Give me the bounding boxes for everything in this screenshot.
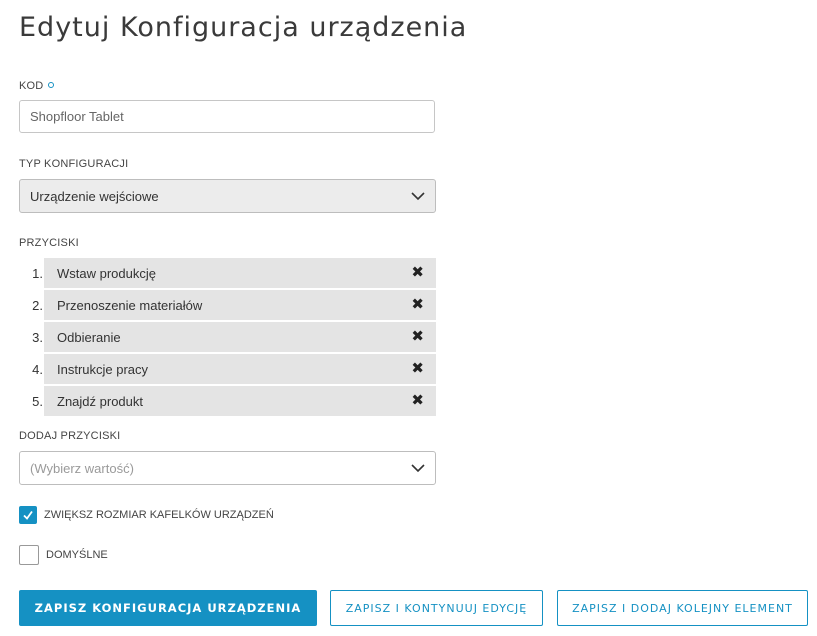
default-label: DOMYŚLNE bbox=[46, 549, 108, 561]
list-item-body[interactable]: Instrukcje pracy ✖ bbox=[44, 354, 436, 384]
list-item-number: 1. bbox=[32, 265, 43, 281]
list-item-body[interactable]: Przenoszenie materiałów ✖ bbox=[44, 290, 436, 320]
buttons-label: PRZYCISKI bbox=[19, 237, 79, 249]
add-buttons-label: DODAJ PRZYCISKI bbox=[19, 430, 121, 442]
list-item-number: 4. bbox=[32, 361, 43, 377]
add-buttons-select[interactable]: (Wybierz wartość) bbox=[19, 451, 436, 485]
list-item[interactable]: 3. Odbieranie ✖ bbox=[19, 322, 436, 352]
code-label-text: KOD bbox=[19, 80, 44, 92]
list-item-body[interactable]: Znajdź produkt ✖ bbox=[44, 386, 436, 416]
required-indicator-icon bbox=[48, 82, 55, 89]
list-item-number: 2. bbox=[32, 297, 43, 313]
add-buttons-placeholder: (Wybierz wartość) bbox=[30, 460, 134, 476]
remove-icon[interactable]: ✖ bbox=[411, 297, 424, 312]
default-checkbox[interactable] bbox=[19, 545, 39, 565]
buttons-list: 1. Wstaw produkcję ✖ 2. Przenoszenie mat… bbox=[19, 258, 436, 418]
save-add-another-button[interactable]: ZAPISZ I DODAJ KOLEJNY ELEMENT bbox=[557, 590, 808, 626]
enlarge-tiles-option[interactable]: ZWIĘKSZ ROZMIAR KAFELKÓW URZĄDZEŃ bbox=[19, 506, 274, 524]
checkmark-icon bbox=[23, 510, 33, 520]
list-item-label: Znajdź produkt bbox=[57, 393, 143, 409]
list-item-body[interactable]: Odbieranie ✖ bbox=[44, 322, 436, 352]
enlarge-tiles-label: ZWIĘKSZ ROZMIAR KAFELKÓW URZĄDZEŃ bbox=[44, 509, 274, 521]
list-item-body[interactable]: Wstaw produkcję ✖ bbox=[44, 258, 436, 288]
config-type-label: TYP KONFIGURACJI bbox=[19, 158, 129, 170]
remove-icon[interactable]: ✖ bbox=[411, 265, 424, 280]
config-type-value: Urządzenie wejściowe bbox=[30, 188, 159, 204]
list-item-number: 3. bbox=[32, 329, 43, 345]
code-label: KOD bbox=[19, 80, 55, 92]
remove-icon[interactable]: ✖ bbox=[411, 361, 424, 376]
default-option[interactable]: DOMYŚLNE bbox=[19, 545, 108, 565]
page-title: Edytuj Konfiguracja urządzenia bbox=[19, 12, 468, 43]
config-type-select[interactable]: Urządzenie wejściowe bbox=[19, 179, 436, 213]
list-item[interactable]: 5. Znajdź produkt ✖ bbox=[19, 386, 436, 416]
list-item-label: Odbieranie bbox=[57, 329, 121, 345]
list-item-label: Przenoszenie materiałów bbox=[57, 297, 203, 313]
enlarge-tiles-checkbox[interactable] bbox=[19, 506, 37, 524]
chevron-down-icon bbox=[411, 192, 425, 201]
list-item-number: 5. bbox=[32, 393, 43, 409]
list-item[interactable]: 1. Wstaw produkcję ✖ bbox=[19, 258, 436, 288]
remove-icon[interactable]: ✖ bbox=[411, 329, 424, 344]
list-item[interactable]: 2. Przenoszenie materiałów ✖ bbox=[19, 290, 436, 320]
list-item[interactable]: 4. Instrukcje pracy ✖ bbox=[19, 354, 436, 384]
code-input[interactable] bbox=[19, 100, 435, 133]
list-item-label: Wstaw produkcję bbox=[57, 265, 156, 281]
save-button[interactable]: ZAPISZ KONFIGURACJA URZĄDZENIA bbox=[19, 590, 317, 626]
chevron-down-icon bbox=[411, 464, 425, 473]
remove-icon[interactable]: ✖ bbox=[411, 393, 424, 408]
list-item-label: Instrukcje pracy bbox=[57, 361, 149, 377]
save-continue-button[interactable]: ZAPISZ I KONTYNUUJ EDYCJĘ bbox=[330, 590, 543, 626]
